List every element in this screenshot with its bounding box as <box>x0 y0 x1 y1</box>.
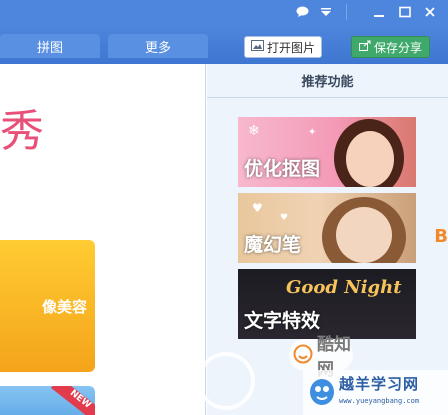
feature-magic-pen-card[interactable]: ♥ ♥ 魔幻笔 <box>238 193 416 263</box>
mascot-icon <box>309 376 335 409</box>
watermark-logo-yueyang: 越羊学习网 www.yueyangbang.com <box>303 370 448 415</box>
share-icon <box>358 40 371 54</box>
title-bar <box>0 0 448 24</box>
feature-label: 优化抠图 <box>244 158 321 180</box>
watermark-logo-kuzhi: 酷知网 <box>289 335 353 380</box>
image-icon <box>250 40 264 54</box>
feature-label: 魔幻笔 <box>244 234 302 256</box>
open-image-label: 打开图片 <box>266 40 315 55</box>
tab-label: 拼图 <box>36 40 63 56</box>
main-canvas: 秀 像美容 NEW <box>0 64 206 415</box>
side-mark: B <box>434 226 448 247</box>
beauty-feature-card[interactable]: 像美容 <box>0 240 95 372</box>
tab-more[interactable]: 更多 <box>108 34 208 58</box>
watermark-ring <box>197 352 255 410</box>
watermark-url: www.yueyangbang.com <box>339 397 420 405</box>
new-feature-card[interactable]: NEW <box>0 386 95 415</box>
save-share-label: 保存分享 <box>373 40 422 55</box>
panel-title: 推荐功能 <box>207 64 448 98</box>
feature-text-effect-card[interactable]: Good Night 文字特效 <box>238 269 416 339</box>
tab-label: 更多 <box>144 40 171 56</box>
dropdown-arrow-icon[interactable] <box>317 3 335 21</box>
heart-icon: ♥ <box>252 201 263 215</box>
save-share-button[interactable]: 保存分享 <box>351 36 430 58</box>
watermark-text: 越羊学习网 <box>339 375 420 393</box>
tab-collage[interactable]: 拼图 <box>0 34 100 58</box>
heart-icon: ♥ <box>280 213 289 223</box>
close-icon[interactable] <box>421 3 439 21</box>
sparkle-icon: ✦ <box>308 127 317 138</box>
good-night-art-text: Good Night <box>286 277 402 298</box>
feature-label: 文字特效 <box>244 310 321 332</box>
maximize-icon[interactable] <box>396 3 414 21</box>
new-ribbon: NEW <box>51 386 95 415</box>
titlebar-divider <box>346 4 347 20</box>
portrait-face <box>336 207 392 263</box>
beauty-feature-label: 像美容 <box>41 297 87 316</box>
chat-bubble-icon[interactable] <box>293 3 311 21</box>
minimize-icon[interactable] <box>370 3 388 21</box>
smile-icon <box>293 344 313 367</box>
feature-cutout-card[interactable]: ❄ ✦ 优化抠图 <box>238 117 416 187</box>
snowflake-icon: ❄ <box>248 123 260 139</box>
portrait-face <box>346 131 394 187</box>
hero-text: 秀 <box>0 106 44 157</box>
open-image-button[interactable]: 打开图片 <box>244 36 322 58</box>
